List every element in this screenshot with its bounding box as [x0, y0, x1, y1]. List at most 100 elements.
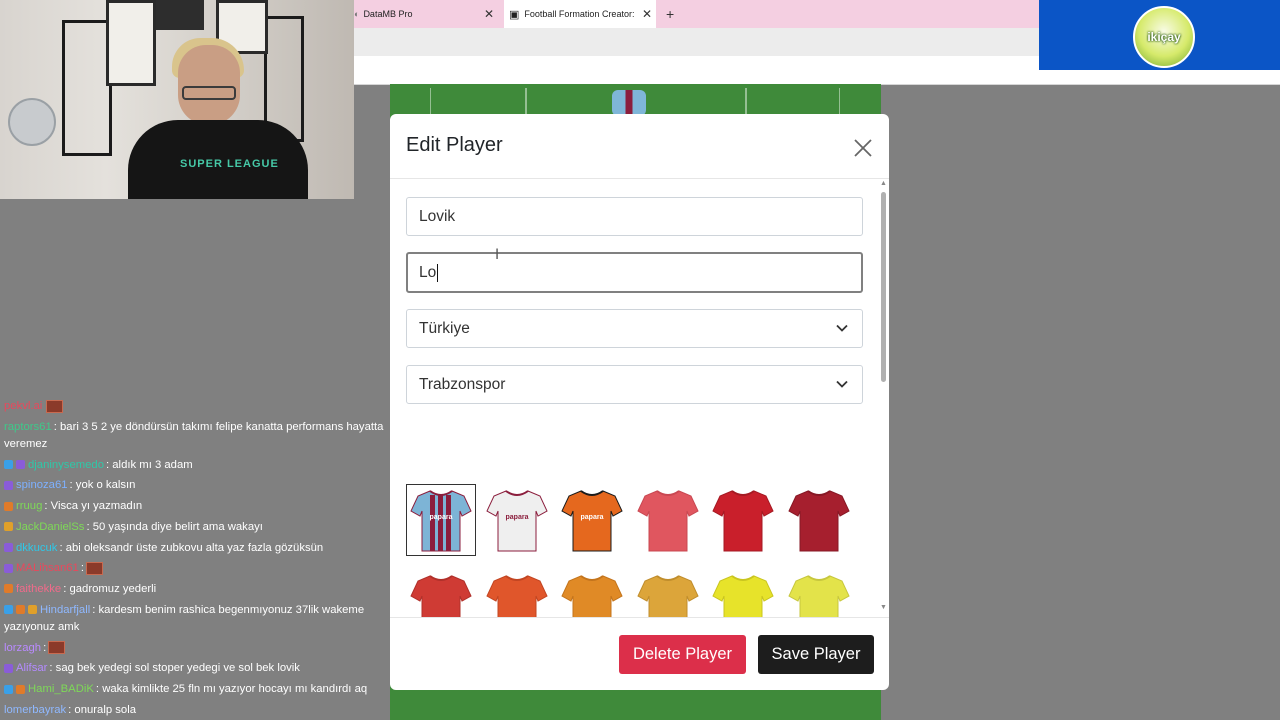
chat-username[interactable]: Hami_BADiK: [28, 683, 94, 695]
chat-username[interactable]: lorzagh: [4, 642, 41, 654]
webcam-person-glasses: [182, 86, 236, 100]
chat-badge-icon: [4, 684, 13, 694]
chat-badge-icon: [4, 501, 13, 511]
browser-toolbar: [354, 28, 1040, 57]
jersey-icon: [410, 575, 472, 617]
jersey-icon: [712, 490, 775, 552]
jersey-icon: [561, 575, 623, 617]
chat-badge-icon: [4, 663, 13, 673]
tab-close-icon[interactable]: ✕: [642, 7, 652, 21]
chat-emote-icon: [46, 399, 64, 413]
chat-badge-icon: [16, 605, 25, 615]
chat-text: : bari 3 5 2 ye döndürsün takımı felipe …: [4, 420, 384, 450]
chat-message: rruug: Visca yı yazmadın: [0, 496, 385, 517]
chat-message: lomerbayrak: onuralp sola: [0, 700, 385, 720]
jersey-icon: [637, 490, 699, 552]
first-name-field[interactable]: Lovik: [406, 197, 863, 236]
kit-option-kit-yellow-2[interactable]: [784, 569, 854, 617]
tab-close-icon[interactable]: ✕: [484, 7, 494, 21]
chat-username[interactable]: Alifsar: [16, 662, 47, 674]
chat-username[interactable]: pekvl.ai: [4, 400, 42, 412]
chat-message: djaninysemedo: aldık mı 3 adam: [0, 455, 385, 476]
kit-option-kit-coral[interactable]: [633, 484, 703, 556]
kit-option-kit-crimson[interactable]: [784, 484, 854, 556]
chat-message: Hindarfjall: kardesm benim rashica begen…: [0, 600, 385, 638]
jersey-sponsor-text: papara: [505, 514, 528, 521]
chat-badge-icon: [4, 522, 13, 532]
new-tab-button[interactable]: +: [666, 6, 674, 22]
jersey-icon: [712, 575, 775, 617]
jersey-icon: [788, 490, 850, 552]
webcam-person-head: [178, 45, 240, 125]
jersey-icon: papara: [485, 490, 548, 552]
chat-message: lorzagh:: [0, 638, 385, 659]
kit-option-kit-yellow[interactable]: [708, 569, 778, 617]
delete-player-button[interactable]: Delete Player: [619, 635, 746, 674]
kit-option-trabzonspor-home[interactable]: papara: [406, 484, 476, 556]
modal-scrollbar[interactable]: ▲ ▼: [878, 180, 889, 614]
chat-message: Alifsar: sag bek yedegi sol stoper yedeg…: [0, 658, 385, 679]
last-name-field[interactable]: Lo: [406, 252, 863, 293]
jersey-icon: [788, 575, 850, 617]
chat-text: : abi oleksandr üste zubkovu alta yaz fa…: [59, 541, 324, 554]
chat-badge-icon: [16, 460, 25, 470]
kit-option-trabzonspor-third[interactable]: papara: [557, 484, 627, 556]
first-name-value: Lovik: [419, 207, 456, 225]
country-select[interactable]: Türkiye: [406, 309, 863, 348]
stream-chat: pekvl.ai raptors61: bari 3 5 2 ye döndürs…: [0, 396, 385, 720]
chat-username[interactable]: MALihsan61: [16, 562, 79, 574]
text-caret: [437, 263, 439, 282]
modal-header: Edit Player: [390, 114, 889, 179]
chat-username[interactable]: raptors61: [4, 421, 52, 433]
chat-emote-icon: [48, 641, 66, 655]
chat-badge-icon: [28, 605, 37, 615]
chat-username[interactable]: Hindarfjall: [40, 604, 90, 616]
chat-username[interactable]: spinoza61: [16, 479, 68, 491]
chat-message: dkkucuk: abi oleksandr üste zubkovu alta…: [0, 538, 385, 559]
scroll-up-icon[interactable]: ▲: [880, 180, 887, 187]
kit-option-kit-orange-red[interactable]: [482, 569, 552, 617]
chat-message: MALihsan61:: [0, 558, 385, 579]
tab-formation-creator[interactable]: ▣ Football Formation Creator: Re ✕: [504, 0, 656, 28]
kit-option-kit-red-2[interactable]: [406, 569, 476, 617]
chat-username[interactable]: JackDanielSs: [16, 521, 84, 533]
chat-text: : aldık mı 3 adam: [106, 458, 193, 471]
chat-badge-icon: [4, 480, 13, 490]
chevron-down-icon: [836, 324, 848, 332]
chevron-down-icon: [836, 380, 848, 388]
chat-username[interactable]: djaninysemedo: [28, 459, 104, 471]
chat-username[interactable]: faithekke: [16, 583, 61, 595]
chat-message: pekvl.ai: [0, 396, 385, 417]
webcam-shirt-text: SUPER LEAGUE: [180, 158, 279, 170]
tab-label: Football Formation Creator: Re: [524, 9, 637, 19]
sponsor-logo-text: ikiçay: [1147, 30, 1181, 44]
tab-favicon-icon: ▣: [509, 8, 520, 21]
chat-badge-icon: [16, 684, 25, 694]
modal-title: Edit Player: [406, 134, 503, 156]
close-icon[interactable]: [852, 137, 874, 159]
tab-datamb[interactable]: ◐ DataMB Pro ✕: [354, 0, 500, 28]
country-value: Türkiye: [419, 319, 470, 337]
kit-option-trabzonspor-away[interactable]: papara: [482, 484, 552, 556]
chat-badge-icon: [4, 460, 13, 470]
chat-text: : 50 yaşında diye belirt ama wakayı: [86, 520, 263, 533]
webcam-board: [156, 0, 204, 30]
club-select[interactable]: Trabzonspor: [406, 365, 863, 404]
chat-text: :: [43, 641, 47, 654]
kit-option-kit-orange[interactable]: [557, 569, 627, 617]
kit-option-kit-amber[interactable]: [633, 569, 703, 617]
chat-username[interactable]: rruug: [16, 500, 42, 512]
save-player-button[interactable]: Save Player: [758, 635, 874, 674]
chat-text: :: [80, 562, 84, 575]
club-value: Trabzonspor: [419, 375, 506, 393]
pitch-player-jersey[interactable]: [612, 90, 646, 116]
chat-username[interactable]: dkkucuk: [16, 542, 57, 554]
scroll-down-icon[interactable]: ▼: [880, 604, 887, 611]
chat-badge-icon: [4, 605, 13, 615]
scrollbar-thumb[interactable]: [881, 192, 886, 382]
jersey-icon: papara: [410, 490, 472, 552]
chat-text: : sag bek yedegi sol stoper yedegi ve so…: [49, 662, 300, 675]
chat-message: Hami_BADiK: waka kimlikte 25 fln mı yazı…: [0, 679, 385, 700]
kit-option-kit-red[interactable]: [708, 484, 778, 556]
chat-username[interactable]: lomerbayrak: [4, 704, 66, 716]
